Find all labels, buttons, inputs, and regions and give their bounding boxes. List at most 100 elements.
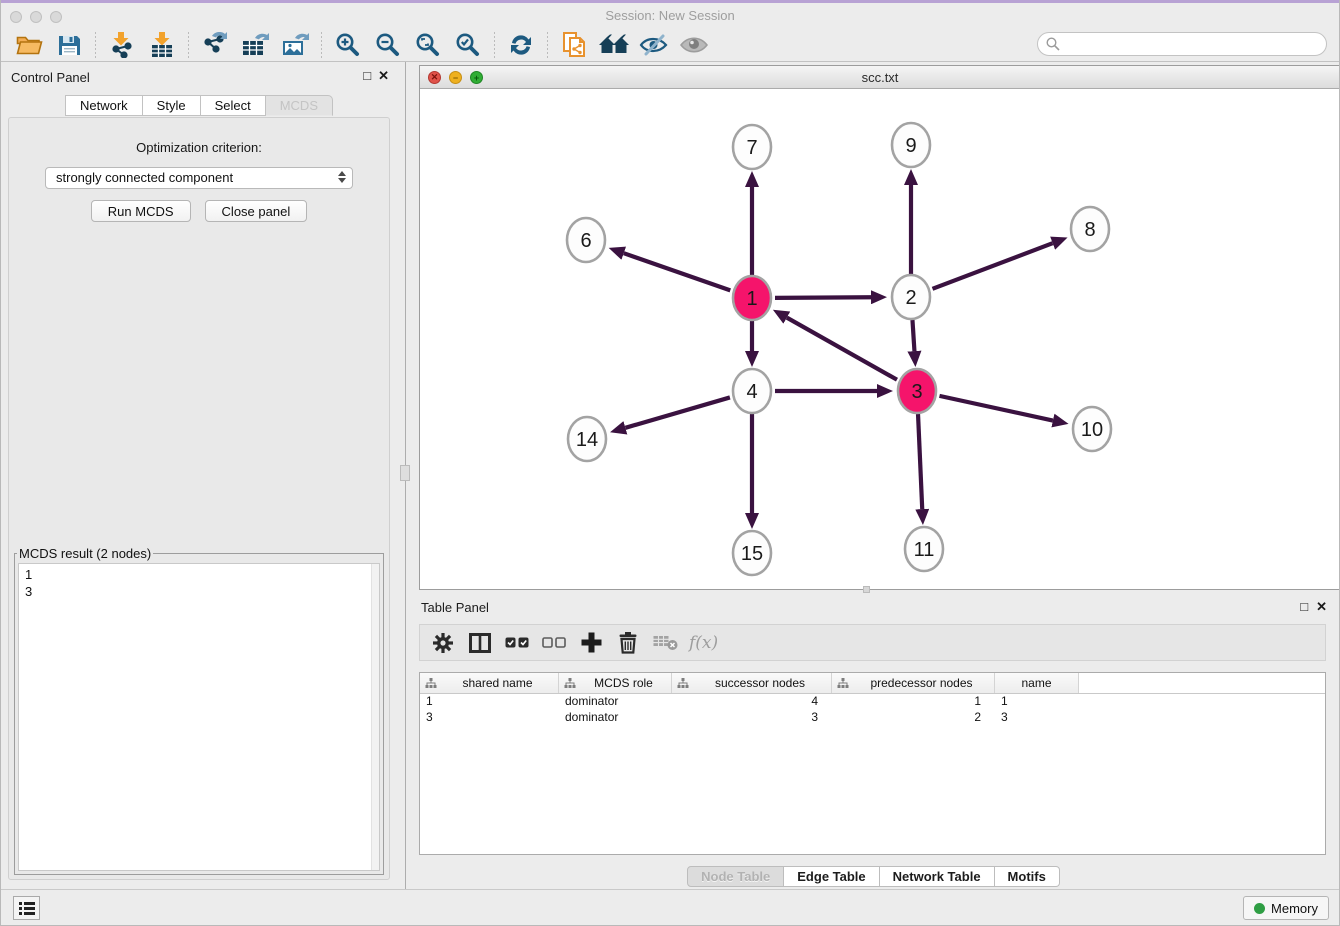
delete-table-icon[interactable] — [650, 629, 680, 657]
graph-node-11[interactable]: 11 — [905, 527, 943, 571]
edge-1-2[interactable] — [775, 297, 871, 298]
table-cell[interactable]: 2 — [832, 710, 995, 726]
hide-graphics-details-icon[interactable] — [637, 30, 671, 60]
table-cell[interactable]: 3 — [672, 710, 832, 726]
show-graphics-details-icon[interactable] — [677, 30, 711, 60]
table-toolbar: f(x) — [419, 624, 1326, 661]
graph-node-14[interactable]: 14 — [568, 417, 606, 461]
run-mcds-button[interactable]: Run MCDS — [91, 200, 191, 222]
edge-3-1[interactable] — [787, 318, 897, 380]
panel-divider-grip[interactable] — [400, 465, 410, 481]
graph-node-8[interactable]: 8 — [1071, 207, 1109, 251]
zoom-fit-icon[interactable] — [411, 30, 445, 60]
tab-select[interactable]: Select — [201, 95, 266, 116]
edge-4-14[interactable] — [625, 397, 730, 427]
edge-2-8[interactable] — [933, 243, 1053, 289]
tab-network-table[interactable]: Network Table — [880, 866, 995, 887]
control-panel: Control Panel □ ✕ Network Style Select M… — [1, 62, 397, 890]
table-panel-float-icon[interactable]: □ — [1300, 600, 1308, 614]
table-cell[interactable]: 3 — [420, 710, 559, 726]
graph-node-2[interactable]: 2 — [892, 275, 930, 319]
optimization-criterion-label: Optimization criterion: — [9, 140, 389, 155]
export-table-icon[interactable] — [238, 30, 272, 60]
main-toolbar — [1, 28, 1339, 62]
tab-mcds[interactable]: MCDS — [266, 95, 333, 116]
column-header-name[interactable]: name — [995, 673, 1079, 693]
save-session-icon[interactable] — [52, 30, 86, 60]
graph-node-4[interactable]: 4 — [733, 369, 771, 413]
close-panel-button[interactable]: Close panel — [205, 200, 308, 222]
create-column-plus-icon[interactable] — [576, 629, 606, 657]
task-history-button[interactable] — [13, 896, 40, 920]
export-image-icon[interactable] — [278, 30, 312, 60]
tab-style[interactable]: Style — [143, 95, 201, 116]
mcds-result-scrollbar[interactable] — [371, 564, 379, 870]
edge-3-11[interactable] — [918, 414, 922, 509]
column-label: name — [995, 676, 1078, 690]
tab-node-table[interactable]: Node Table — [687, 866, 784, 887]
mcds-result-title: MCDS result (2 nodes) — [17, 546, 153, 561]
table-cell[interactable]: 1 — [832, 694, 995, 710]
edge-1-6[interactable] — [624, 253, 731, 290]
first-neighbors-icon[interactable] — [597, 30, 631, 60]
delete-column-trash-icon[interactable] — [613, 629, 643, 657]
table-cell[interactable]: 3 — [995, 710, 1079, 726]
tab-network[interactable]: Network — [65, 95, 143, 116]
column-header-predecessor-nodes[interactable]: predecessor nodes — [832, 673, 995, 693]
network-resize-grip[interactable] — [863, 586, 870, 593]
memory-button[interactable]: Memory — [1243, 896, 1329, 920]
graph-node-9[interactable]: 9 — [892, 123, 930, 167]
node-label: 11 — [914, 539, 935, 561]
edge-2-3[interactable] — [912, 320, 914, 351]
clone-network-icon[interactable] — [557, 30, 591, 60]
import-table-icon[interactable] — [145, 30, 179, 60]
tab-edge-table[interactable]: Edge Table — [784, 866, 879, 887]
search-field[interactable] — [1037, 32, 1327, 56]
table-cell[interactable]: 1 — [420, 694, 559, 710]
refresh-layout-icon[interactable] — [504, 30, 538, 60]
import-network-icon[interactable] — [105, 30, 139, 60]
open-session-icon[interactable] — [12, 30, 46, 60]
function-builder-icon[interactable]: f(x) — [689, 633, 718, 653]
table-panel-close-icon[interactable]: ✕ — [1316, 600, 1327, 614]
criterion-dropdown[interactable]: strongly connected component — [45, 167, 353, 189]
graph-node-1[interactable]: 1 — [733, 276, 771, 320]
zoom-selected-icon[interactable] — [451, 30, 485, 60]
tab-motifs[interactable]: Motifs — [995, 866, 1060, 887]
table-row[interactable]: 1dominator411 — [420, 694, 1325, 710]
node-label: 2 — [905, 287, 916, 309]
network-window-titlebar[interactable]: ✕ − + scc.txt — [420, 66, 1340, 89]
network-canvas[interactable]: 7 9 6 8 1 2 4 3 14 10 15 11 — [420, 89, 1340, 589]
show-column-icon[interactable] — [465, 629, 495, 657]
unselect-all-columns-icon[interactable] — [539, 629, 569, 657]
node-label: 10 — [1081, 419, 1103, 441]
table-cell[interactable]: 4 — [672, 694, 832, 710]
search-input[interactable] — [1064, 35, 1326, 53]
control-panel-float-icon[interactable]: □ — [363, 69, 371, 83]
node-label: 14 — [576, 429, 598, 451]
graph-node-7[interactable]: 7 — [733, 125, 771, 169]
zoom-out-icon[interactable] — [371, 30, 405, 60]
graph-node-6[interactable]: 6 — [567, 218, 605, 262]
table-settings-gear-icon[interactable] — [428, 629, 458, 657]
table-cell[interactable]: dominator — [559, 694, 672, 710]
export-network-icon[interactable] — [198, 30, 232, 60]
edge-3-10[interactable] — [939, 396, 1052, 421]
graph-node-15[interactable]: 15 — [733, 531, 771, 575]
node-label: 1 — [746, 288, 757, 310]
column-header-successor-nodes[interactable]: successor nodes — [672, 673, 832, 693]
graph-node-3[interactable]: 3 — [898, 369, 936, 413]
sort-hierarchy-icon — [425, 678, 437, 689]
select-all-columns-icon[interactable] — [502, 629, 532, 657]
node-table[interactable]: shared nameMCDS rolesuccessor nodesprede… — [419, 672, 1326, 855]
table-cell[interactable]: dominator — [559, 710, 672, 726]
table-row[interactable]: 3dominator323 — [420, 710, 1325, 726]
graph-node-10[interactable]: 10 — [1073, 407, 1111, 451]
column-header-MCDS-role[interactable]: MCDS role — [559, 673, 672, 693]
column-header-shared-name[interactable]: shared name — [420, 673, 559, 693]
zoom-in-icon[interactable] — [331, 30, 365, 60]
control-panel-close-icon[interactable]: ✕ — [378, 69, 389, 83]
mcds-result-area[interactable]: 1 3 — [18, 563, 380, 871]
table-cell[interactable]: 1 — [995, 694, 1079, 710]
node-table-body: 1dominator4113dominator323 — [420, 694, 1325, 726]
